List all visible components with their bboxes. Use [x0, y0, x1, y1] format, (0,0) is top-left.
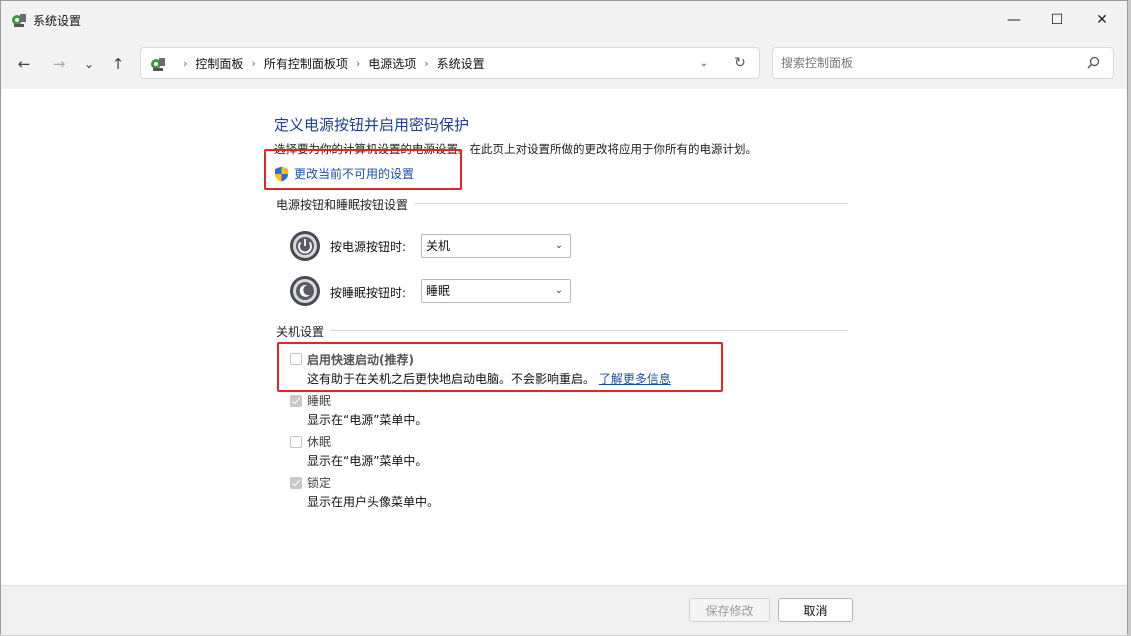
breadcrumb-separator: ›	[355, 56, 361, 70]
window-title: 系统设置	[33, 14, 82, 28]
breadcrumb: › 控制面板 › 所有控制面板项 › 电源选项 › 系统设置	[175, 48, 485, 78]
refresh-icon[interactable]: ↻	[731, 54, 749, 72]
recent-locations-button[interactable]: ⌄	[77, 52, 101, 76]
lock-description: 显示在用户头像菜单中。	[307, 495, 440, 509]
back-button[interactable]: ←	[12, 52, 36, 76]
cancel-button[interactable]: 取消	[778, 598, 853, 622]
breadcrumb-separator: ›	[251, 56, 256, 70]
fast-startup-desc-text: 这有助于在关机之后更快地启动电脑。不会影响重启。	[307, 372, 596, 386]
shutdown-group-title: 关机设置	[276, 323, 331, 340]
power-button-select[interactable]: 关机 ⌄	[421, 234, 571, 258]
sleep-button-select[interactable]: 睡眠 ⌄	[421, 279, 571, 303]
sleep-label: 睡眠	[307, 394, 332, 408]
title-bar: 系统设置 — ☐ ✕	[1, 1, 1127, 39]
maximize-button[interactable]: ☐	[1034, 1, 1080, 39]
fast-startup-label: 启用快速启动(推荐)	[307, 353, 414, 367]
control-panel-icon	[151, 58, 165, 71]
page-description: 选择要为你的计算机设置的电源设置。在此页上对设置所做的更改将应用于你所有的电源计…	[274, 142, 757, 156]
chevron-down-icon: ⌄	[554, 285, 564, 296]
save-changes-button[interactable]: 保存修改	[689, 598, 770, 622]
power-button-value: 关机	[426, 239, 451, 253]
chevron-down-icon: ⌄	[554, 240, 564, 251]
search-box[interactable]	[772, 47, 1114, 79]
sleep-description: 显示在“电源”菜单中。	[307, 413, 428, 427]
breadcrumb-all-items[interactable]: 所有控制面板项	[264, 55, 348, 72]
fast-startup-description: 这有助于在关机之后更快地启动电脑。不会影响重启。 了解更多信息	[307, 370, 671, 387]
main-content: 定义电源按钮并启用密码保护 选择要为你的计算机设置的电源设置。在此页上对设置所做…	[1, 89, 1127, 585]
breadcrumb-control-panel[interactable]: 控制面板	[195, 55, 243, 72]
lock-checkbox[interactable]	[290, 477, 302, 489]
power-buttons-group-title: 电源按钮和睡眠按钮设置	[276, 196, 415, 213]
lock-label: 锁定	[307, 476, 332, 490]
address-toolbar: ← → ⌄ ↑ › 控制面板 › 所有控制面板项 › 电源选项 › 系统设置 ⌄…	[1, 39, 1127, 89]
close-button[interactable]: ✕	[1079, 1, 1125, 39]
change-settings-label[interactable]: 更改当前不可用的设置	[294, 165, 414, 182]
minimize-button[interactable]: —	[991, 1, 1037, 39]
learn-more-link[interactable]: 了解更多信息	[599, 372, 671, 386]
search-input[interactable]	[781, 48, 1071, 78]
chevron-down-icon[interactable]: ⌄	[695, 54, 713, 72]
fast-startup-checkbox[interactable]	[290, 353, 302, 365]
footer-bar: 保存修改 取消	[1, 585, 1127, 635]
address-bar[interactable]: › 控制面板 › 所有控制面板项 › 电源选项 › 系统设置 ⌄ ↻	[140, 47, 760, 79]
hibernate-checkbox[interactable]	[290, 436, 302, 448]
page-title: 定义电源按钮并启用密码保护	[274, 116, 470, 134]
hibernate-description: 显示在“电源”菜单中。	[307, 454, 428, 468]
uac-shield-icon	[275, 166, 288, 181]
power-button-icon	[290, 231, 320, 261]
up-button[interactable]: ↑	[106, 52, 130, 76]
hibernate-label: 休眠	[307, 435, 332, 449]
breadcrumb-power-options[interactable]: 电源选项	[368, 55, 416, 72]
breadcrumb-separator: ›	[183, 56, 188, 70]
forward-button[interactable]: →	[47, 52, 71, 76]
sleep-checkbox[interactable]	[290, 395, 302, 407]
control-panel-icon	[12, 14, 26, 27]
search-icon[interactable]	[1085, 55, 1101, 71]
sleep-button-value: 睡眠	[426, 284, 451, 298]
group-divider	[276, 330, 848, 331]
power-button-label: 按电源按钮时:	[330, 240, 407, 254]
sleep-button-icon	[290, 276, 320, 306]
control-panel-window: 系统设置 — ☐ ✕ ← → ⌄ ↑ › 控制面板 › 所有控制面板项 › 电源…	[0, 0, 1128, 635]
change-unavailable-settings-link[interactable]: 更改当前不可用的设置	[274, 165, 414, 182]
sleep-button-label: 按睡眠按钮时:	[330, 286, 407, 300]
breadcrumb-system-settings[interactable]: 系统设置	[437, 55, 485, 72]
breadcrumb-separator: ›	[424, 56, 429, 70]
